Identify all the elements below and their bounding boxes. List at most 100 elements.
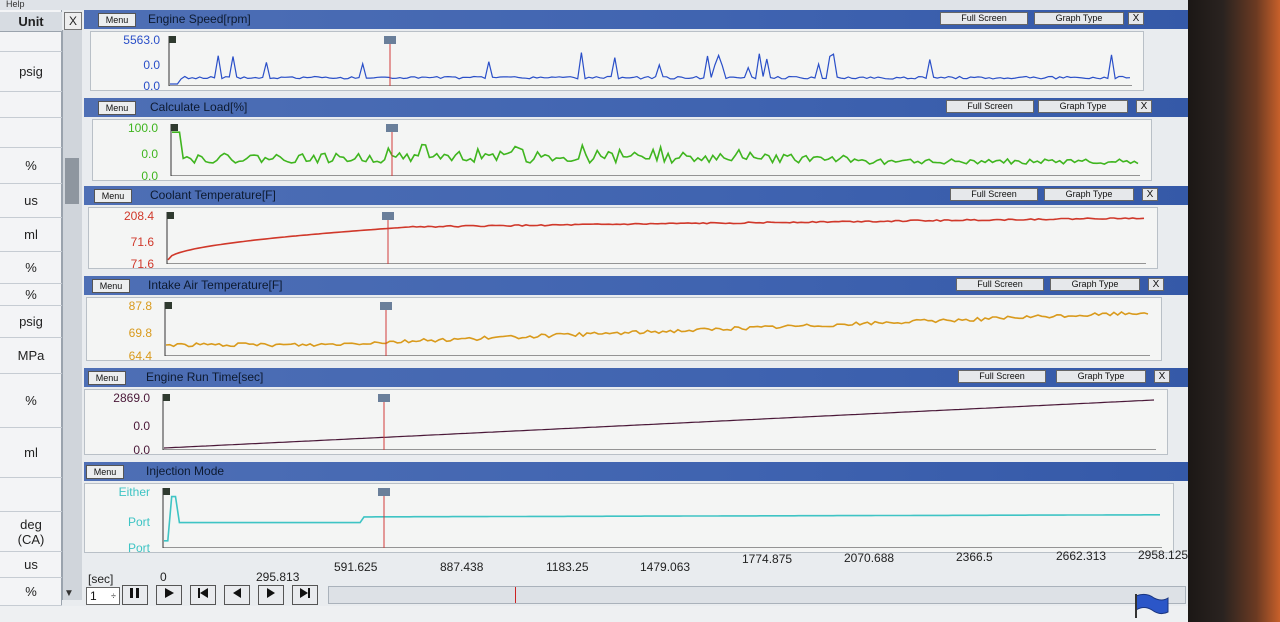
series-line (164, 495, 1160, 542)
start-marker (169, 36, 176, 43)
line-graph (164, 302, 1150, 356)
menu-bar: Help (0, 0, 1188, 10)
menu-button[interactable]: Menu (94, 189, 132, 203)
timeline-cursor[interactable] (515, 587, 516, 603)
y-axis-label: 71.6 (130, 257, 154, 271)
panel-calculate-load: Menu Calculate Load[%] Full Screen Graph Ty… (84, 98, 1188, 184)
full-screen-button[interactable]: Full Screen (940, 12, 1028, 25)
app-window: Help Unit X psig% us ml%% psig MPa% ml deg (CA… (0, 0, 1188, 622)
unit-cell: us (0, 552, 62, 578)
menu-button[interactable]: Menu (86, 465, 124, 479)
cursor-marker (380, 302, 392, 310)
panel-title: Coolant Temperature[F] (150, 188, 276, 202)
menu-button[interactable]: Menu (98, 13, 136, 27)
full-screen-button[interactable]: Full Screen (958, 370, 1046, 383)
skip-end-button[interactable] (292, 585, 318, 605)
y-axis-label: Port (127, 515, 150, 529)
full-screen-button[interactable]: Full Screen (946, 100, 1034, 113)
panel-title-bar: Menu Calculate Load[%] Full Screen Graph Ty… (84, 98, 1188, 117)
play-button[interactable] (156, 585, 182, 605)
graph-type-button[interactable]: Graph Type (1050, 278, 1140, 291)
panel-injection-mode: Menu Injection Mode Either Port Port (84, 462, 1188, 556)
y-axis-label: 71.6 (130, 235, 154, 249)
full-screen-button[interactable]: Full Screen (950, 188, 1038, 201)
close-panel-button[interactable]: X (1148, 278, 1164, 291)
close-panel-button[interactable]: X (1142, 188, 1158, 201)
panel-title: Injection Mode (146, 464, 225, 478)
panel-title: Calculate Load[%] (150, 100, 248, 114)
close-panel-button[interactable]: X (1154, 370, 1170, 383)
x-tick-label: 0 (160, 570, 167, 584)
unit-scrollbar[interactable] (62, 30, 82, 600)
panel-title-bar: Menu Engine Speed[rpm] Full Screen Graph Ty… (84, 10, 1188, 29)
monitor-bezel (1185, 0, 1280, 622)
series-line (170, 52, 1131, 85)
play-icon (163, 586, 175, 604)
graph-type-button[interactable]: Graph Type (1056, 370, 1146, 383)
panel-title-bar: Menu Injection Mode (84, 462, 1188, 481)
y-axis-label: 5563.0 (123, 33, 160, 47)
series-line (172, 131, 1139, 166)
unit-cell: us (0, 184, 62, 218)
full-screen-button[interactable]: Full Screen (956, 278, 1044, 291)
y-axis-label: 2869.0 (113, 391, 150, 405)
y-axis-label: 0.0 (133, 443, 150, 457)
menu-help[interactable]: Help (6, 0, 25, 9)
panel-coolant-temp: Menu Coolant Temperature[F] Full Screen Gra… (84, 186, 1188, 272)
start-marker (165, 302, 172, 309)
skip-start-button[interactable] (190, 585, 216, 605)
unit-cell: ml (0, 428, 62, 478)
unit-scrollbar-thumb[interactable] (65, 158, 79, 204)
x-tick-label: 2662.313 (1056, 549, 1107, 563)
menu-button[interactable]: Menu (88, 371, 126, 385)
y-axis-label: 0.0 (143, 58, 160, 72)
panel-intake-air-temp: Menu Intake Air Temperature[F] Full Screen… (84, 276, 1188, 364)
unit-cell: % (0, 284, 62, 306)
zoom-value: 1 (90, 589, 97, 603)
graph-axis (170, 124, 1140, 176)
start-marker (163, 488, 170, 495)
unit-cell: % (0, 578, 62, 606)
line-graph (162, 394, 1156, 450)
graph-type-button[interactable]: Graph Type (1034, 12, 1124, 25)
y-axis-label: 69.8 (128, 326, 152, 340)
skip-start-icon (197, 586, 209, 604)
pause-button[interactable] (122, 585, 148, 605)
line-graph (162, 488, 1162, 548)
menu-button[interactable]: Menu (92, 279, 130, 293)
unit-cell: % (0, 252, 62, 284)
unit-cell: MPa (0, 338, 62, 374)
panel-engine-run-time: Menu Engine Run Time[sec] Full Screen Graph… (84, 368, 1188, 458)
unit-cell: psig (0, 52, 62, 92)
cursor-marker (382, 212, 394, 220)
close-panel-button[interactable]: X (1128, 12, 1144, 25)
chevron-down-icon[interactable]: ▼ (64, 588, 74, 599)
timeline-scrollbar[interactable] (328, 586, 1186, 604)
y-axis-label: 0.0 (141, 147, 158, 161)
x-tick-label: 591.625 (334, 560, 378, 574)
y-axis-label: 208.4 (123, 209, 154, 223)
unit-cell: psig (0, 306, 62, 338)
graph-type-button[interactable]: Graph Type (1038, 100, 1128, 113)
menu-button[interactable]: Menu (98, 101, 136, 115)
y-axis-label: 87.8 (128, 299, 152, 313)
cursor-marker (378, 394, 390, 402)
graph-type-button[interactable]: Graph Type (1044, 188, 1134, 201)
step-forward-button[interactable] (258, 585, 284, 605)
unit-cell: deg (CA) (0, 512, 62, 552)
unit-cell: ml (0, 218, 62, 252)
unit-cell: % (0, 148, 62, 184)
cursor-marker (384, 36, 396, 44)
line-graph (168, 36, 1132, 86)
zoom-stepper[interactable]: 1 ÷ (86, 587, 120, 605)
flag-icon (1135, 593, 1169, 618)
step-back-icon (231, 586, 243, 604)
step-back-button[interactable] (224, 585, 250, 605)
graph-axis (162, 394, 1156, 450)
x-tick-label: 295.813 (256, 570, 300, 584)
stepper-arrows-icon[interactable]: ÷ (111, 588, 116, 604)
series-line (165, 311, 1149, 348)
close-panel-button[interactable]: X (1136, 100, 1152, 113)
y-axis-label: Port (127, 541, 150, 555)
unit-column-close-button[interactable]: X (64, 12, 82, 30)
